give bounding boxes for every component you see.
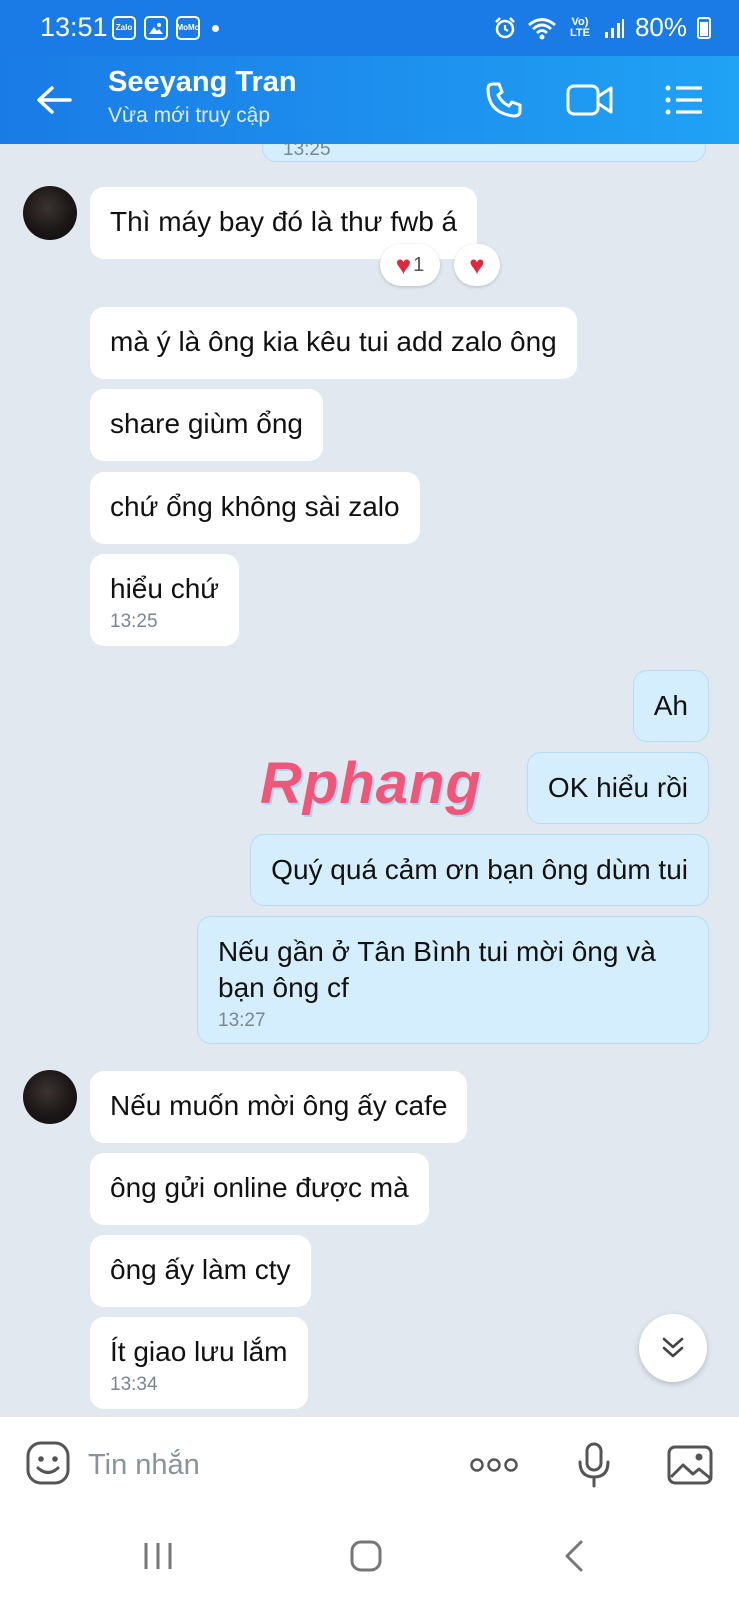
image-icon xyxy=(667,1445,713,1485)
contact-status: Vừa mới truy cập xyxy=(108,104,271,127)
incoming-message[interactable]: ông ấy làm cty xyxy=(90,1235,311,1307)
message-timestamp: 13:25 xyxy=(283,144,331,160)
incoming-message[interactable]: ông gửi online được mà xyxy=(90,1153,429,1225)
microphone-icon xyxy=(578,1442,610,1488)
battery-icon xyxy=(697,16,711,39)
message-composer xyxy=(0,1416,739,1512)
heart-icon: ♥ xyxy=(395,250,412,280)
voice-call-button[interactable] xyxy=(478,74,530,126)
gallery-notification-icon xyxy=(144,16,168,40)
alarm-icon xyxy=(495,16,515,38)
wifi-icon xyxy=(528,17,556,39)
incoming-message[interactable]: Nếu muốn mời ông ấy cafe xyxy=(90,1071,468,1143)
video-call-button[interactable] xyxy=(564,74,616,126)
scroll-to-bottom-button[interactable] xyxy=(639,1314,707,1382)
watermark-logo: Rphang xyxy=(260,751,482,816)
incoming-message[interactable]: mà ý là ông kia kêu tui add zalo ông xyxy=(90,307,577,379)
back-icon xyxy=(565,1540,583,1572)
message-timestamp: 13:34 xyxy=(110,1374,158,1395)
notification-icons: Zalo MoMo xyxy=(112,16,219,40)
status-bar: 13:51 Zalo MoMo Vo) LTE 80% xyxy=(0,0,739,56)
chat-messages[interactable]: 13:25 Thì máy bay đó là thư fwb á ♥ 1 ♥ m… xyxy=(0,144,739,1416)
back-arrow-icon xyxy=(37,86,72,114)
menu-icon xyxy=(665,85,702,115)
zalo-notification-icon: Zalo xyxy=(112,16,136,40)
emoji-icon xyxy=(26,1441,70,1485)
system-navigation-bar xyxy=(0,1512,739,1600)
more-icon xyxy=(470,1458,518,1472)
voice-message-button[interactable] xyxy=(568,1439,620,1491)
outgoing-message[interactable]: Nếu gần ở Tân Bình tui mời ông và bạn ôn… xyxy=(197,916,709,1044)
chat-header: Seeyang Tran Vừa mới truy cập xyxy=(0,56,739,144)
outgoing-message[interactable]: Quý quá cảm ơn bạn ông dùm tui xyxy=(250,834,709,906)
home-icon xyxy=(350,1540,382,1572)
recent-apps-button[interactable] xyxy=(128,1530,188,1582)
incoming-message[interactable]: share giùm ổng xyxy=(90,389,324,461)
back-nav-button[interactable] xyxy=(544,1530,604,1582)
incoming-message[interactable]: chứ ổng không sài zalo xyxy=(90,472,420,544)
emoji-button[interactable] xyxy=(24,1439,76,1491)
contact-avatar[interactable] xyxy=(23,1070,77,1124)
contact-avatar[interactable] xyxy=(23,186,77,240)
video-call-icon xyxy=(566,84,613,116)
system-status: Vo) LTE 80% xyxy=(493,12,711,43)
incoming-message[interactable]: Ít giao lưu lắm 13:34 xyxy=(90,1317,308,1409)
message-timestamp: 13:27 xyxy=(218,1010,266,1031)
home-button[interactable] xyxy=(336,1530,396,1582)
signal-icon xyxy=(604,18,624,38)
incoming-message[interactable]: hiểu chứ 13:25 xyxy=(90,554,240,646)
phone-icon xyxy=(486,82,522,118)
react-button[interactable]: ♥ xyxy=(454,244,500,286)
reaction-count-badge[interactable]: ♥ 1 xyxy=(380,244,440,286)
momo-notification-icon: MoMo xyxy=(176,16,200,40)
partial-outgoing-bubble[interactable]: 13:25 xyxy=(262,144,706,162)
send-image-button[interactable] xyxy=(664,1439,716,1491)
more-options-button[interactable] xyxy=(468,1439,520,1491)
double-chevron-down-icon xyxy=(662,1337,684,1358)
message-input[interactable] xyxy=(88,1439,428,1491)
outgoing-message[interactable]: Ah xyxy=(632,670,709,742)
recent-apps-icon xyxy=(144,1543,172,1569)
battery-percent: 80% xyxy=(634,12,687,42)
volte-icon: Vo) LTE xyxy=(569,15,590,39)
outgoing-message[interactable]: OK hiểu rồi xyxy=(526,752,709,824)
message-timestamp: 13:25 xyxy=(110,611,158,632)
chat-options-button[interactable] xyxy=(658,74,710,126)
more-notifications-dot xyxy=(212,24,219,32)
status-time: 13:51 xyxy=(40,12,108,42)
back-button[interactable] xyxy=(30,76,78,124)
heart-icon: ♥ xyxy=(469,250,485,280)
contact-name[interactable]: Seeyang Tran xyxy=(108,66,297,99)
